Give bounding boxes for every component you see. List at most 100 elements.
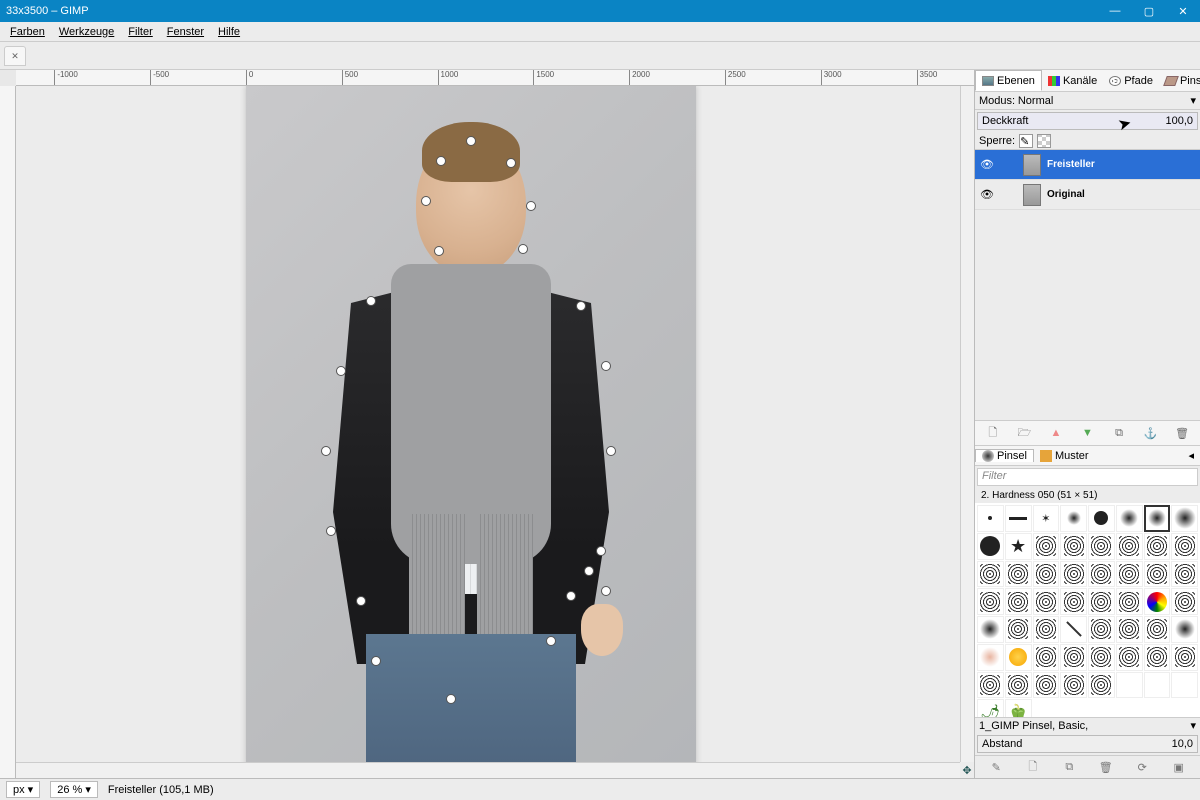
- path-node[interactable]: [566, 591, 576, 601]
- lower-layer-button[interactable]: ▼: [1079, 425, 1095, 441]
- path-node[interactable]: [606, 446, 616, 456]
- brush-swatch[interactable]: [1033, 533, 1060, 560]
- brush-swatch[interactable]: [1060, 588, 1087, 615]
- tab-muster[interactable]: Muster: [1034, 450, 1095, 462]
- maximize-button[interactable]: ▢: [1132, 0, 1166, 22]
- brush-swatch[interactable]: [1088, 505, 1115, 532]
- close-button[interactable]: ✕: [1166, 0, 1200, 22]
- brush-swatch[interactable]: [1005, 672, 1032, 699]
- tab-channels[interactable]: Kanäle: [1042, 70, 1103, 91]
- brush-swatch[interactable]: [1033, 616, 1060, 643]
- zoom-select[interactable]: 26 % ▾: [50, 781, 98, 798]
- ruler-vertical[interactable]: [0, 86, 16, 778]
- path-node[interactable]: [356, 596, 366, 606]
- menu-farben[interactable]: Farben: [4, 24, 51, 40]
- brush-swatch[interactable]: [1005, 616, 1032, 643]
- document-tab[interactable]: ✕: [4, 46, 26, 66]
- brush-swatch[interactable]: [1116, 588, 1143, 615]
- brush-swatch[interactable]: [1060, 644, 1087, 671]
- brush-swatch[interactable]: [1144, 588, 1171, 615]
- brush-swatch[interactable]: [1116, 561, 1143, 588]
- brush-swatch[interactable]: [1060, 616, 1087, 643]
- path-node[interactable]: [434, 246, 444, 256]
- menu-fenster[interactable]: Fenster: [161, 24, 210, 40]
- brush-swatch[interactable]: [1060, 672, 1087, 699]
- brush-swatch[interactable]: [1060, 505, 1087, 532]
- brush-spacing-slider[interactable]: Abstand 10,0: [977, 735, 1198, 753]
- path-node[interactable]: [601, 361, 611, 371]
- brush-swatch[interactable]: [1116, 533, 1143, 560]
- brush-swatch[interactable]: ★: [1005, 533, 1032, 560]
- lock-alpha-button[interactable]: [1037, 134, 1051, 148]
- layer-row[interactable]: 👁 Original: [975, 180, 1200, 210]
- tab-brusheditor[interactable]: Pinseleditor: [1159, 70, 1200, 91]
- close-tab-icon[interactable]: ✕: [11, 51, 19, 62]
- brush-swatch[interactable]: [1171, 561, 1198, 588]
- brush-swatch[interactable]: [977, 561, 1004, 588]
- brush-swatch[interactable]: [1033, 644, 1060, 671]
- scrollbar-vertical[interactable]: [960, 86, 974, 762]
- visibility-icon[interactable]: 👁: [979, 158, 995, 171]
- visibility-icon[interactable]: 👁: [979, 188, 995, 201]
- layer-row[interactable]: 👁 Freisteller: [975, 150, 1200, 180]
- brush-swatch[interactable]: [1088, 533, 1115, 560]
- path-node[interactable]: [421, 196, 431, 206]
- brush-swatch[interactable]: [1005, 561, 1032, 588]
- duplicate-layer-button[interactable]: ⧉: [1111, 425, 1127, 441]
- path-node[interactable]: [601, 586, 611, 596]
- layer-name[interactable]: Original: [1047, 189, 1085, 200]
- brush-swatch[interactable]: [1005, 644, 1032, 671]
- brush-swatch-selected[interactable]: [1144, 505, 1171, 532]
- path-node[interactable]: [366, 296, 376, 306]
- delete-brush-button[interactable]: 🗑: [1098, 759, 1114, 775]
- open-as-image-button[interactable]: ▣: [1171, 759, 1187, 775]
- brush-swatch[interactable]: [1144, 672, 1171, 699]
- brush-swatch[interactable]: 🫑: [1005, 699, 1032, 717]
- canvas-viewport[interactable]: [16, 86, 974, 778]
- brush-swatch[interactable]: [1144, 644, 1171, 671]
- path-node[interactable]: [436, 156, 446, 166]
- image-canvas[interactable]: [246, 86, 696, 766]
- unit-select[interactable]: px ▾: [6, 781, 40, 798]
- path-node[interactable]: [546, 636, 556, 646]
- brush-swatch[interactable]: [977, 616, 1004, 643]
- brush-swatch[interactable]: [1033, 588, 1060, 615]
- minimize-button[interactable]: —: [1098, 0, 1132, 22]
- brush-swatch[interactable]: [1171, 505, 1198, 532]
- brush-swatch[interactable]: [1144, 616, 1171, 643]
- path-node[interactable]: [371, 656, 381, 666]
- brush-swatch[interactable]: [1116, 644, 1143, 671]
- brush-swatch[interactable]: [977, 505, 1004, 532]
- edit-brush-button[interactable]: ✎: [988, 759, 1004, 775]
- path-node[interactable]: [466, 136, 476, 146]
- path-node[interactable]: [576, 301, 586, 311]
- duplicate-brush-button[interactable]: ⧉: [1061, 759, 1077, 775]
- brush-swatch[interactable]: [1171, 672, 1198, 699]
- path-node[interactable]: [326, 526, 336, 536]
- brush-swatch[interactable]: [1116, 505, 1143, 532]
- brush-swatch[interactable]: [1144, 533, 1171, 560]
- path-node[interactable]: [584, 566, 594, 576]
- tab-pinsel[interactable]: Pinsel: [975, 449, 1034, 462]
- path-node[interactable]: [596, 546, 606, 556]
- path-node[interactable]: [336, 366, 346, 376]
- new-brush-button[interactable]: 🗋: [1025, 759, 1041, 775]
- brush-filter-input[interactable]: Filter: [977, 468, 1198, 486]
- chevron-down-icon[interactable]: ▾: [1190, 719, 1196, 732]
- brush-swatch[interactable]: [1171, 533, 1198, 560]
- path-node[interactable]: [506, 158, 516, 168]
- brush-swatch[interactable]: [1033, 672, 1060, 699]
- path-node[interactable]: [518, 244, 528, 254]
- brush-swatch[interactable]: [1005, 588, 1032, 615]
- lock-pixels-button[interactable]: ✎: [1019, 134, 1033, 148]
- brush-swatch[interactable]: [1171, 588, 1198, 615]
- brush-swatch[interactable]: [977, 644, 1004, 671]
- brush-swatch[interactable]: [977, 588, 1004, 615]
- dock-menu-icon[interactable]: ◂: [1182, 449, 1200, 462]
- brush-swatch[interactable]: [1033, 561, 1060, 588]
- navigate-icon[interactable]: ✥: [960, 762, 974, 778]
- brush-swatch[interactable]: [1088, 588, 1115, 615]
- brush-swatch[interactable]: [1060, 561, 1087, 588]
- tab-paths[interactable]: Pfade: [1103, 70, 1159, 91]
- new-layer-button[interactable]: 🗋: [985, 425, 1001, 441]
